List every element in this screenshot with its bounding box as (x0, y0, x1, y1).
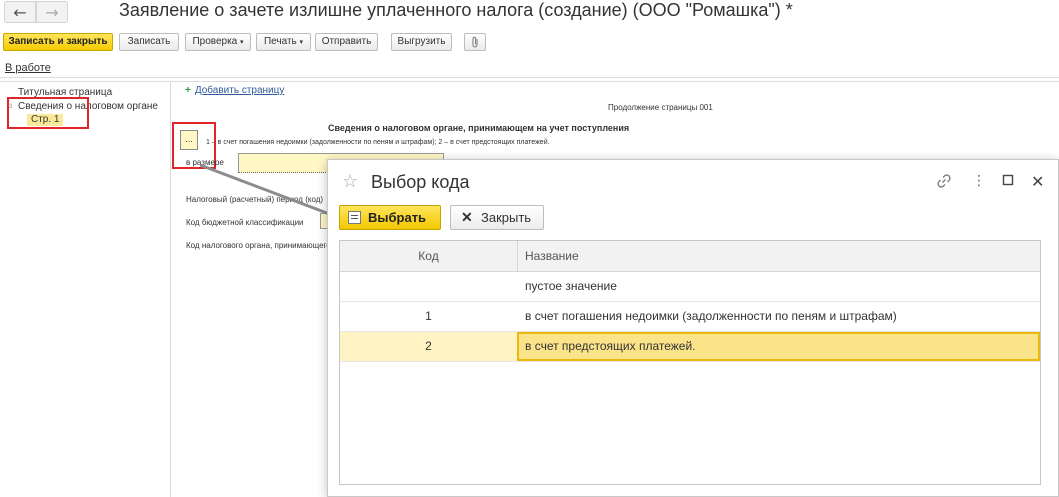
highlight-frame (7, 97, 89, 129)
kbk-label: Код бюджетной классификации (186, 218, 304, 227)
plus-icon: + (185, 85, 191, 96)
chevron-down-icon: ▾ (240, 39, 244, 46)
link-icon[interactable] (936, 173, 952, 193)
cell-code: 2 (425, 339, 432, 353)
check-button[interactable]: Проверка ▾ (185, 33, 251, 51)
table-row-selected[interactable]: 2 в счет предстоящих платежей. (340, 332, 1040, 362)
pages-tree (0, 82, 171, 497)
cell-name: в счет предстоящих платежей. (525, 339, 696, 353)
print-button[interactable]: Печать ▾ (256, 33, 311, 51)
status-link[interactable]: В работе (5, 62, 51, 74)
add-page-link[interactable]: + Добавить страницу (185, 85, 284, 96)
table-header: Код Название (340, 241, 1040, 272)
close-button[interactable]: ✕ Закрыть (450, 205, 544, 230)
save-button[interactable]: Записать (119, 33, 179, 51)
close-icon[interactable]: ✕ (1031, 172, 1044, 191)
period-label: Налоговый (расчетный) период (код) (186, 195, 324, 204)
star-icon[interactable]: ☆ (342, 171, 358, 192)
maximize-icon[interactable] (1002, 174, 1014, 190)
continuation-label: Продолжение страницы 001 (608, 103, 713, 112)
paperclip-icon[interactable] (464, 33, 486, 51)
close-x-icon: ✕ (461, 209, 473, 225)
column-separator (517, 241, 518, 272)
select-icon (348, 211, 361, 224)
cell-name: пустое значение (525, 279, 617, 293)
save-and-close-button[interactable]: Записать и закрыть (3, 33, 113, 51)
codes-table: Код Название пустое значение 1 в счет по… (339, 240, 1041, 485)
divider (0, 77, 1059, 78)
tax-office-label: Код налогового органа, принимающего (186, 241, 331, 250)
column-header-name[interactable]: Название (525, 241, 579, 272)
select-button[interactable]: Выбрать (339, 205, 441, 230)
export-button[interactable]: Выгрузить (391, 33, 452, 51)
send-button[interactable]: Отправить (315, 33, 378, 51)
add-page-label: Добавить страницу (194, 85, 285, 96)
check-label: Проверка (192, 36, 238, 47)
section-title: Сведения о налоговом органе, принимающем… (328, 123, 630, 133)
cell-name: в счет погашения недоимки (задолженности… (525, 309, 897, 323)
table-row[interactable]: пустое значение (340, 272, 1040, 302)
close-label: Закрыть (481, 210, 532, 225)
chevron-down-icon: ▾ (299, 39, 304, 46)
dialog-title: Выбор кода (371, 172, 470, 192)
code-hint: 1 – в счет погашения недоимки (задолженн… (206, 139, 550, 146)
code-select-dialog: ☆ Выбор кода ⋮ ✕ Выбрать ✕ Закрыть Код Н… (327, 159, 1059, 497)
select-label: Выбрать (368, 210, 427, 225)
window-title: Заявление о зачете излишне уплаченного н… (119, 0, 793, 20)
print-label: Печать (263, 36, 297, 47)
more-icon[interactable]: ⋮ (972, 173, 986, 189)
cell-code: 1 (425, 309, 432, 323)
table-row[interactable]: 1 в счет погашения недоимки (задолженнос… (340, 302, 1040, 332)
forward-button[interactable]: → (36, 1, 68, 23)
back-button[interactable]: ← (4, 1, 36, 23)
column-header-code[interactable]: Код (340, 241, 517, 272)
amount-label: в размере (186, 158, 224, 167)
